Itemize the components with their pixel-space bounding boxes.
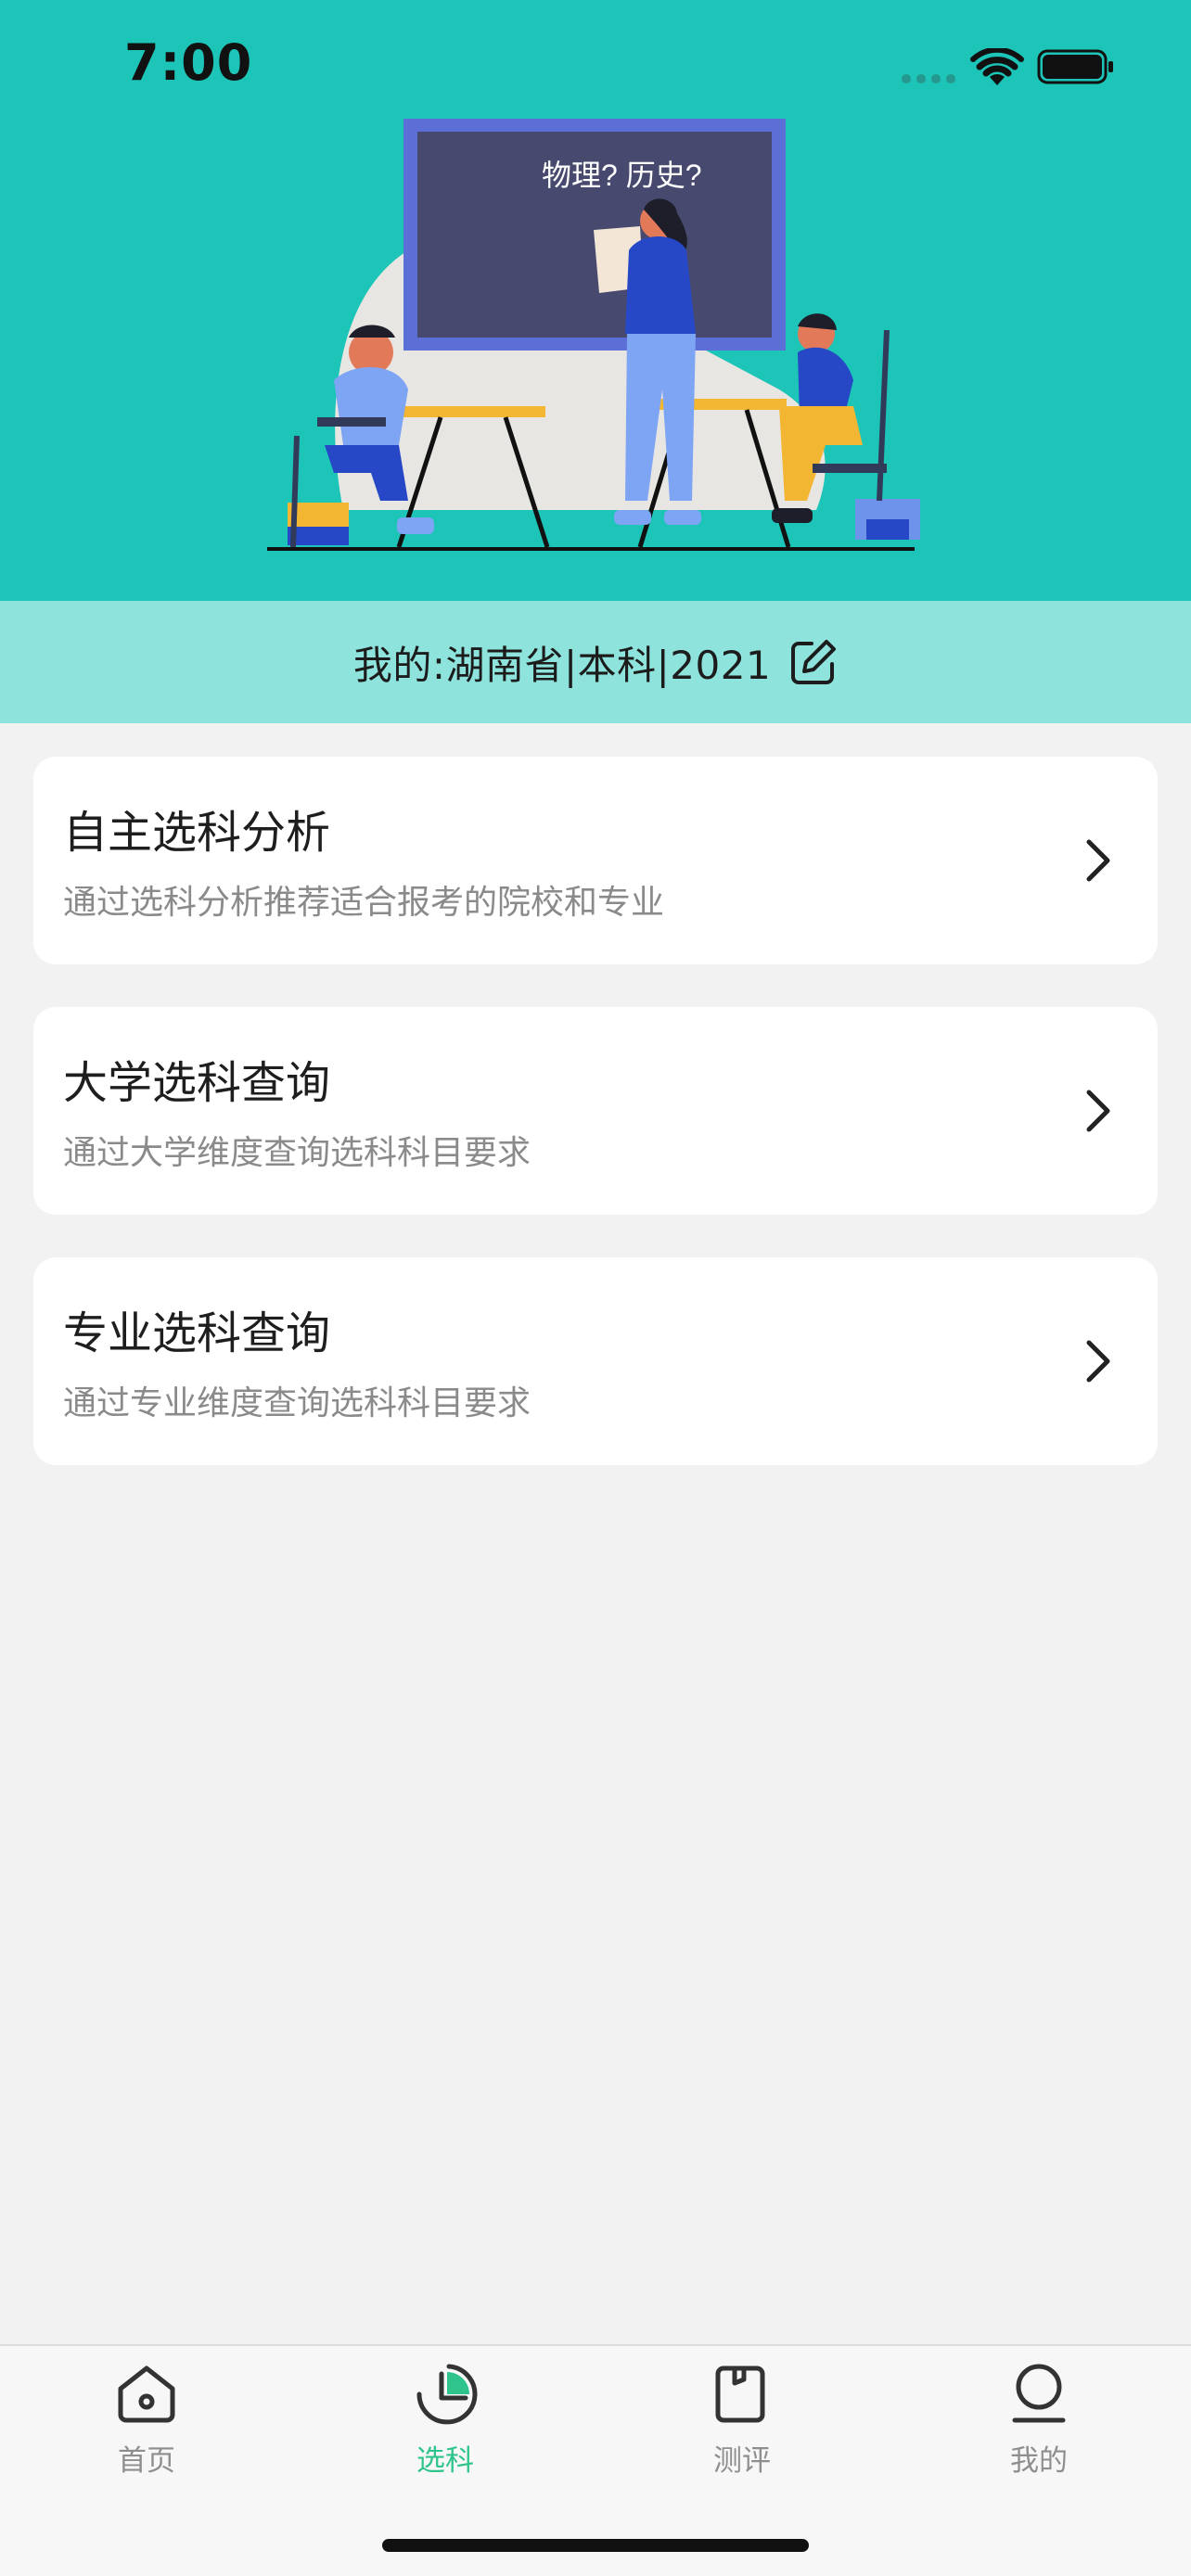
card-self-selection-analysis[interactable]: 自主选科分析 通过选科分析推荐适合报考的院校和专业 <box>33 757 1158 964</box>
card-title: 专业选科查询 <box>63 1307 331 1359</box>
tab-assessment[interactable]: 测评 <box>649 2361 835 2479</box>
chevron-right-icon <box>1086 1340 1110 1383</box>
profile-bar[interactable]: 我的:湖南省|本科|2021 <box>0 601 1191 723</box>
user-icon <box>1012 2364 1066 2423</box>
status-bar: 7:00 <box>0 0 1191 130</box>
app-screen: 7:00 物理? 历史? 我的:湖南省|本科|2021 自主选科分析 通过选科分… <box>0 0 1191 2576</box>
board-text: 物理? 历史? <box>542 159 702 192</box>
chevron-right-icon <box>1086 1090 1110 1132</box>
tab-home[interactable]: 首页 <box>54 2361 239 2479</box>
hero-banner: 7:00 物理? 历史? <box>0 0 1191 601</box>
card-title: 大学选科查询 <box>63 1057 331 1109</box>
card-major-subject-query[interactable]: 专业选科查询 通过专业维度查询选科科目要求 <box>33 1257 1158 1465</box>
wifi-icon <box>970 48 1024 85</box>
card-subtitle: 通过选科分析推荐适合报考的院校和专业 <box>63 884 665 922</box>
tab-label: 我的 <box>1010 2444 1068 2478</box>
pie-chart-icon <box>416 2364 478 2425</box>
profile-info-text: 我的:湖南省|本科|2021 <box>352 642 772 688</box>
home-icon <box>118 2366 175 2423</box>
tab-subject-selection[interactable]: 选科 <box>352 2361 538 2479</box>
battery-icon <box>1037 49 1113 84</box>
status-time: 7:00 <box>124 33 253 92</box>
tab-mine[interactable]: 我的 <box>946 2361 1132 2479</box>
chevron-right-icon <box>1086 839 1110 882</box>
card-title: 自主选科分析 <box>63 807 331 859</box>
card-subtitle: 通过大学维度查询选科科目要求 <box>63 1134 531 1172</box>
document-icon <box>715 2366 765 2423</box>
edit-icon[interactable] <box>789 638 838 686</box>
cellular-signal-icon <box>902 74 959 85</box>
classroom-illustration: 物理? 历史? <box>267 119 920 551</box>
home-indicator[interactable] <box>382 2539 809 2552</box>
tab-label: 首页 <box>118 2444 175 2478</box>
card-university-subject-query[interactable]: 大学选科查询 通过大学维度查询选科科目要求 <box>33 1007 1158 1215</box>
card-subtitle: 通过专业维度查询选科科目要求 <box>63 1384 531 1422</box>
tab-label: 测评 <box>713 2444 771 2478</box>
tab-label: 选科 <box>416 2444 474 2478</box>
